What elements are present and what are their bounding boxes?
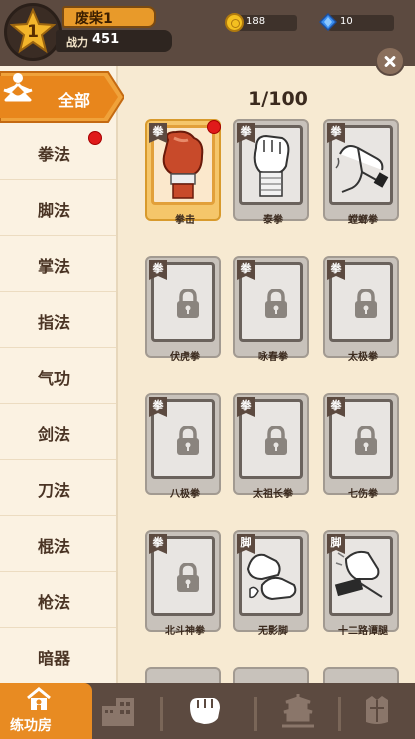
category-all-label: 全部 — [58, 91, 91, 110]
card-name: 七伤拳 — [348, 489, 378, 500]
lock-icon — [355, 289, 377, 318]
card-name: 十二路谭腿 — [338, 626, 388, 637]
armor-icon[interactable] — [362, 694, 392, 726]
card-name: 拳击 — [175, 215, 195, 226]
skill-card-partial — [145, 667, 221, 683]
category-label: 脚法 — [38, 201, 71, 220]
tab-divider — [160, 697, 163, 731]
category-label: 剑法 — [38, 425, 71, 444]
category-label: 棍法 — [38, 537, 71, 556]
category-finger[interactable]: 指法 — [0, 292, 116, 348]
new-badge-dot — [88, 131, 102, 145]
fist-icon[interactable] — [186, 694, 222, 726]
category-label: 掌法 — [38, 257, 71, 276]
power-label: 战力 — [66, 36, 88, 49]
skill-card[interactable]: 拳 七伤拳 — [323, 393, 399, 500]
skill-card[interactable]: 脚 十二路谭腿 — [323, 530, 399, 637]
close-button[interactable] — [375, 46, 405, 76]
coin-icon — [225, 13, 244, 32]
category-qigong[interactable]: 气功 — [0, 348, 116, 404]
skill-card[interactable]: 拳 北斗神拳 — [145, 530, 221, 637]
gem-icon — [319, 13, 337, 31]
card-name: 螳螂拳 — [348, 215, 378, 226]
lock-icon — [265, 426, 287, 455]
category-blade[interactable]: 刀法 — [0, 460, 116, 516]
buildings-icon[interactable] — [100, 694, 136, 726]
lock-icon — [355, 426, 377, 455]
card-name: 太极拳 — [348, 352, 378, 363]
collection-progress: 1/100 — [248, 88, 308, 110]
card-name: 伏虎拳 — [170, 352, 200, 363]
card-name: 咏春拳 — [258, 352, 288, 363]
category-hidden-weapon[interactable]: 暗器 — [0, 628, 116, 684]
coin-count: 188 — [246, 16, 266, 27]
category-all-tab[interactable]: 全部 — [0, 70, 124, 124]
lock-icon — [177, 563, 199, 592]
card-name: 八极拳 — [170, 489, 200, 500]
player-name: 废柴1 — [75, 11, 113, 27]
skill-card-partial — [233, 667, 309, 683]
skill-card[interactable]: 拳 伏虎拳 — [145, 256, 221, 363]
skill-card[interactable]: 脚 无影脚 — [233, 530, 309, 637]
skill-card[interactable]: 拳 八极拳 — [145, 393, 221, 500]
lock-icon — [265, 289, 287, 318]
tab-training-hall-label: 练功房 — [10, 718, 52, 734]
skill-card[interactable]: 拳 拳击 — [145, 119, 221, 226]
category-sword[interactable]: 剑法 — [0, 404, 116, 460]
card-name: 泰拳 — [263, 215, 283, 226]
skill-card[interactable]: 拳 咏春拳 — [233, 256, 309, 363]
skill-card[interactable]: 拳 泰拳 — [233, 119, 309, 226]
player-level: 1 — [27, 22, 39, 42]
power-value: 451 — [92, 32, 120, 47]
tab-divider — [254, 697, 257, 731]
category-kick[interactable]: 脚法 — [0, 180, 116, 236]
skill-card-partial — [323, 667, 399, 683]
tab-divider — [338, 697, 341, 731]
training-hall-icon — [27, 687, 51, 710]
meditation-icon — [3, 73, 33, 102]
category-label: 气功 — [38, 369, 71, 388]
category-label: 刀法 — [38, 481, 71, 500]
gem-count: 10 — [340, 16, 353, 27]
card-name: 北斗神拳 — [165, 626, 205, 637]
card-name: 无影脚 — [258, 626, 288, 637]
card-name: 太祖长拳 — [253, 489, 293, 500]
category-spear[interactable]: 枪法 — [0, 572, 116, 628]
category-label: 拳法 — [38, 145, 71, 164]
gem-bar[interactable] — [328, 15, 394, 31]
skill-card[interactable]: 拳 太祖长拳 — [233, 393, 309, 500]
pagoda-icon[interactable] — [282, 692, 314, 728]
skill-card[interactable]: 拳 太极拳 — [323, 256, 399, 363]
category-palm[interactable]: 掌法 — [0, 236, 116, 292]
category-label: 暗器 — [38, 649, 71, 668]
category-label: 枪法 — [38, 593, 71, 612]
new-badge-dot — [207, 120, 221, 134]
lock-icon — [177, 289, 199, 318]
category-staff[interactable]: 棍法 — [0, 516, 116, 572]
skill-card[interactable]: 拳 螳螂拳 — [323, 119, 399, 226]
lock-icon — [177, 426, 199, 455]
category-label: 指法 — [38, 313, 71, 332]
